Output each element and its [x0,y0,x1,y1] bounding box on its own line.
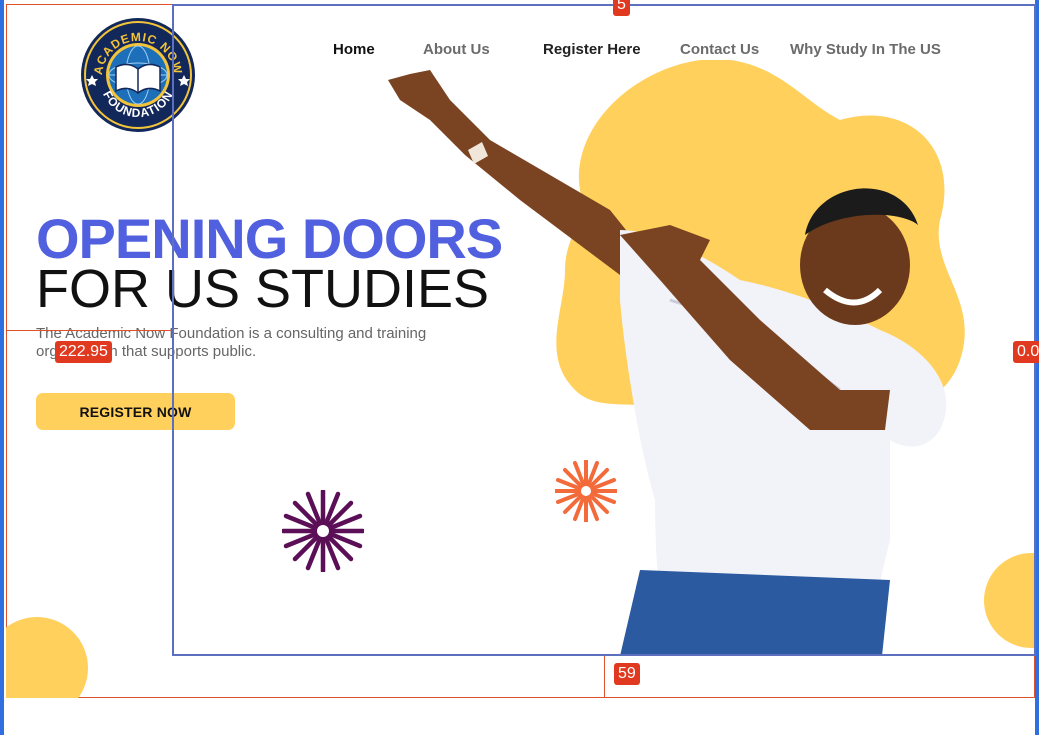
starburst-icon [555,460,617,522]
nav-contact-us[interactable]: Contact Us [680,41,759,58]
decor-circle-bottom-left [6,617,89,698]
nav-why-study-in-the-us[interactable]: Why Study In The US [790,41,941,58]
hero-headline-line2: FOR US STUDIES [36,259,490,319]
inspector-badge-right: 0.0 [1013,341,1039,363]
inspector-badge-top: 5 [613,0,630,16]
nav-about-us[interactable]: About Us [423,41,490,58]
inspector-badge-left: 222.95 [55,341,112,363]
register-now-button[interactable]: REGISTER NOW [36,393,235,430]
decor-circle-right [984,553,1035,648]
academic-now-logo[interactable]: ACADEMIC NOW FOUNDATION [80,17,196,133]
nav-register-here[interactable]: Register Here [543,41,641,58]
inspector-guide-horizontal [6,330,172,331]
inspector-guide-vertical [604,656,605,698]
inspector-badge-bottom: 59 [614,663,640,685]
viewport-frame-left [0,0,4,735]
starburst-icon [282,490,364,572]
nav-home[interactable]: Home [333,41,375,58]
open-book-icon [115,63,161,94]
person-jeans [620,570,890,656]
